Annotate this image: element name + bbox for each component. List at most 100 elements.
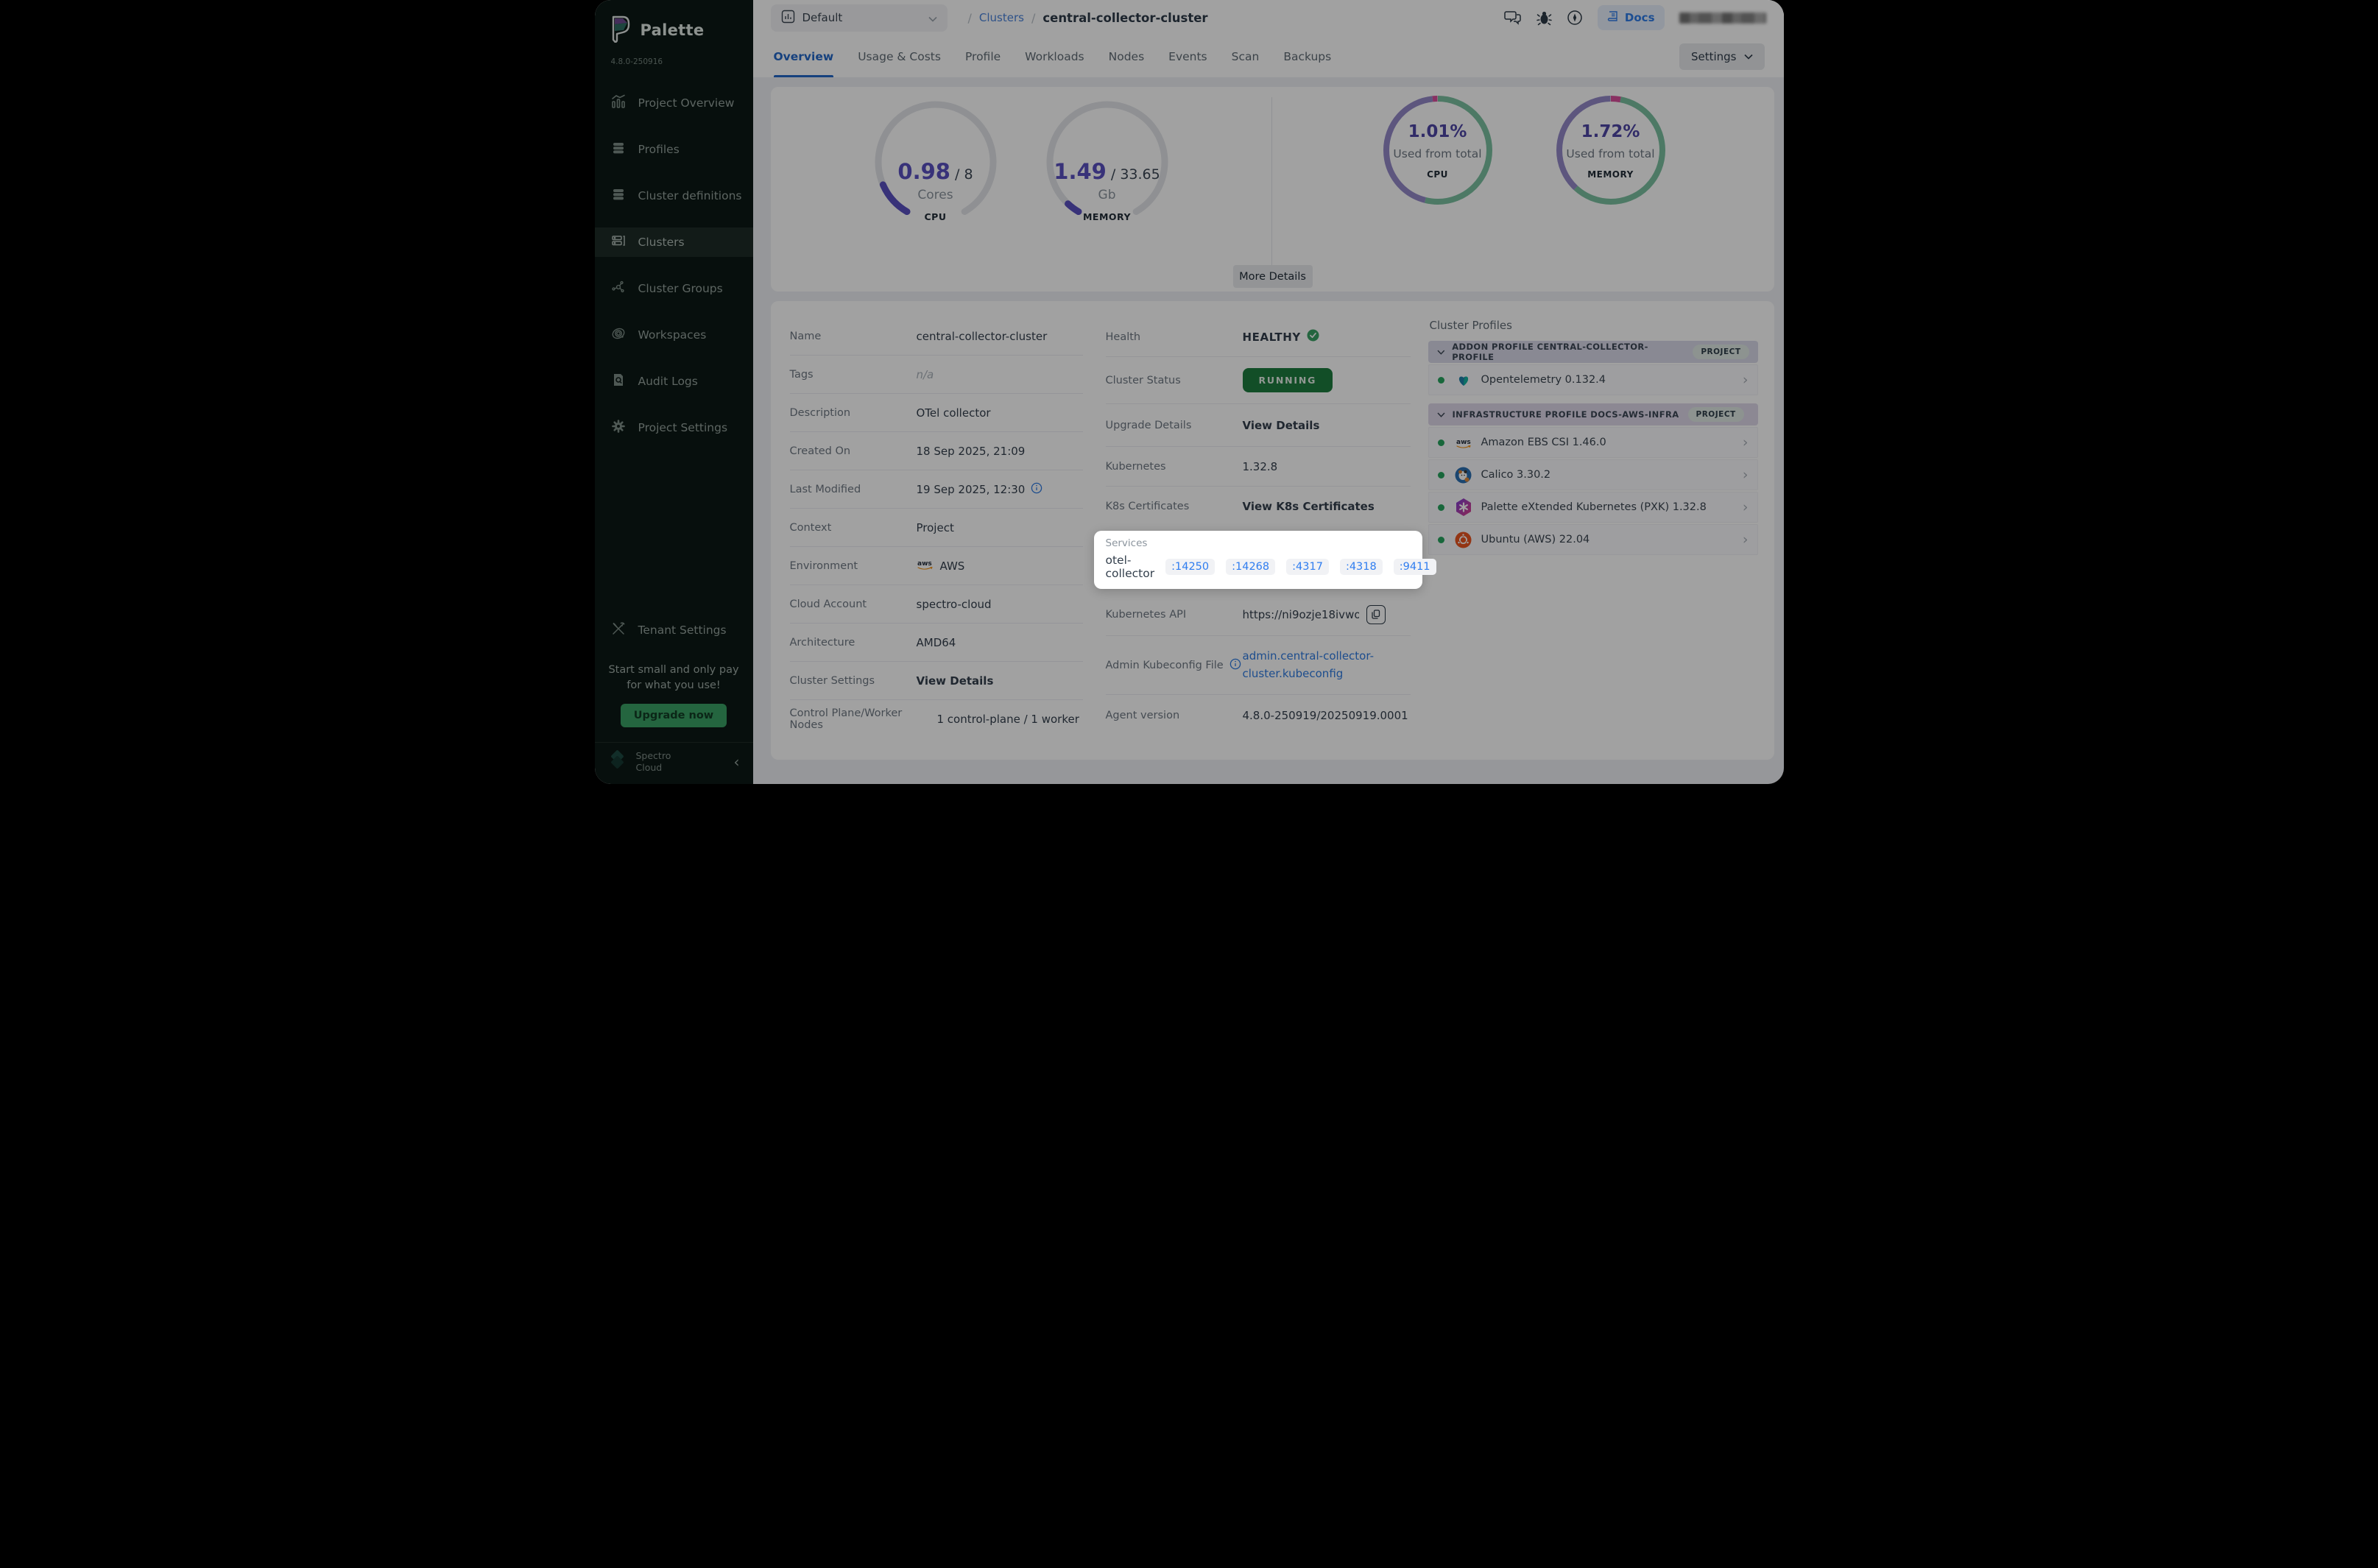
sidebar-item-audit-logs[interactable]: Audit Logs — [595, 367, 753, 396]
detail-row-created: Created On 18 Sep 2025, 21:09 — [790, 432, 1083, 470]
ubuntu-icon — [1455, 531, 1472, 548]
tab-workloads[interactable]: Workloads — [1025, 35, 1084, 77]
sidebar-item-label: Workspaces — [638, 328, 707, 342]
profile-item-pxk[interactable]: Palette eXtended Kubernetes (PXK) 1.32.8… — [1428, 492, 1758, 523]
status-row-agent: Agent version 4.8.0-250919/20250919.0001 — [1106, 695, 1411, 736]
tab-nodes[interactable]: Nodes — [1109, 35, 1145, 77]
service-port-link[interactable]: :14250 — [1165, 559, 1215, 575]
view-upgrade-details-link[interactable]: View Details — [1243, 419, 1320, 432]
chevron-right-icon: › — [1743, 499, 1749, 515]
service-port-link[interactable]: :4317 — [1286, 559, 1329, 575]
profile-item-calico[interactable]: Calico 3.30.2 › — [1428, 459, 1758, 490]
detail-row-environment: Environment aws AWS — [790, 547, 1083, 585]
sidebar-item-profiles[interactable]: Profiles — [595, 135, 753, 164]
view-k8s-certificates-link[interactable]: View K8s Certificates — [1243, 500, 1375, 513]
svg-text:aws: aws — [917, 560, 932, 568]
tab-usage-costs[interactable]: Usage & Costs — [858, 35, 941, 77]
service-port-link[interactable]: :4318 — [1340, 559, 1383, 575]
profile-item-ubuntu[interactable]: Ubuntu (AWS) 22.04 › — [1428, 524, 1758, 555]
info-icon[interactable] — [1229, 658, 1241, 673]
sidebar-item-project-settings[interactable]: Project Settings — [595, 413, 753, 442]
cpu-usage-donut: 1.01% Used from total CPU — [1380, 93, 1495, 208]
more-details-button[interactable]: More Details — [1233, 265, 1313, 288]
detail-row-nodes: Control Plane/Worker Nodes 1 control-pla… — [790, 700, 1083, 738]
status-dot — [1438, 439, 1444, 446]
tab-overview[interactable]: Overview — [774, 35, 834, 77]
addon-profile-header[interactable]: ADDON PROFILE CENTRAL-COLLECTOR-PROFILE … — [1428, 341, 1758, 363]
sidebar-item-workspaces[interactable]: Workspaces — [595, 320, 753, 350]
cluster-tabs: Overview Usage & Costs Profile Workloads… — [753, 35, 1784, 77]
kubernetes-api-url: https://ni9ozje18ivwoy2ah70ynx... — [1243, 608, 1359, 621]
cluster-details-card: Name central-collector-cluster Tags n/a … — [771, 301, 1774, 760]
cluster-profiles-title: Cluster Profiles — [1430, 319, 1758, 332]
tools-icon — [611, 621, 626, 639]
cpu-gauge-value: 0.98 / 8 — [871, 159, 1001, 184]
status-row-api: Kubernetes API https://ni9ozje18ivwoy2ah… — [1106, 593, 1411, 636]
infrastructure-profile-group: INFRASTRUCTURE PROFILE DOCS-AWS-INFRA PR… — [1428, 403, 1758, 555]
memory-gauge: 1.49 / 33.65 Gb MEMORY — [1042, 97, 1172, 227]
spectro-cloud-logo-icon — [608, 750, 627, 774]
service-port-link[interactable]: :14268 — [1226, 559, 1275, 575]
doc-search-icon — [611, 372, 626, 390]
docs-label: Docs — [1625, 11, 1655, 24]
tab-backups[interactable]: Backups — [1283, 35, 1331, 77]
pxk-hexagon-icon — [1455, 498, 1472, 516]
sidebar-item-label: Project Settings — [638, 421, 728, 434]
detail-row-cluster-settings: Cluster Settings View Details — [790, 662, 1083, 700]
network-icon — [611, 280, 626, 297]
project-selector[interactable]: Default — [771, 4, 948, 32]
collapse-sidebar-icon[interactable]: ‹ — [734, 753, 740, 771]
details-column: Name central-collector-cluster Tags n/a … — [790, 317, 1083, 738]
chevron-right-icon: › — [1743, 467, 1749, 483]
profile-item-opentelemetry[interactable]: Opentelemetry 0.132.4 › — [1428, 364, 1758, 395]
chat-icon[interactable] — [1504, 10, 1522, 26]
sidebar-footer: Spectro Cloud ‹ — [595, 742, 753, 784]
breadcrumb-current: central-collector-cluster — [1042, 11, 1207, 25]
bug-icon[interactable] — [1536, 10, 1552, 26]
service-port-link[interactable]: :9411 — [1394, 559, 1436, 575]
book-icon — [1607, 10, 1619, 25]
service-name: otel-collector — [1106, 554, 1155, 580]
sidebar-item-tenant-settings[interactable]: Tenant Settings — [595, 615, 753, 645]
settings-label: Settings — [1691, 50, 1737, 63]
memory-gauge-value: 1.49 / 33.65 — [1042, 159, 1172, 184]
infrastructure-profile-header[interactable]: INFRASTRUCTURE PROFILE DOCS-AWS-INFRA PR… — [1428, 403, 1758, 425]
project-chart-icon — [781, 10, 795, 27]
sidebar-item-label: Profiles — [638, 143, 680, 156]
breadcrumb-link-clusters[interactable]: Clusters — [979, 11, 1024, 24]
kubeconfig-download-link[interactable]: admin.central-collector-cluster.kubeconf… — [1243, 648, 1399, 682]
tab-events[interactable]: Events — [1168, 35, 1207, 77]
profile-item-ebs-csi[interactable]: aws Amazon EBS CSI 1.46.0 › — [1428, 427, 1758, 458]
copy-icon[interactable] — [1366, 605, 1386, 624]
tab-profile[interactable]: Profile — [965, 35, 1001, 77]
promo-line: for what you use! — [595, 678, 753, 693]
services-box: Services otel-collector :14250 :14268 :4… — [1094, 531, 1422, 589]
sidebar-item-cluster-definitions[interactable]: Cluster definitions — [595, 181, 753, 211]
tab-scan[interactable]: Scan — [1232, 35, 1260, 77]
info-icon[interactable] — [1031, 482, 1042, 497]
content: 0.98 / 8 Cores CPU 1.49 / 33.65 Gb MEMOR… — [753, 77, 1784, 784]
svg-text:aws: aws — [1456, 439, 1471, 446]
memory-donut-label: MEMORY — [1553, 169, 1668, 180]
upgrade-now-button[interactable]: Upgrade now — [621, 704, 727, 727]
sidebar-item-cluster-groups[interactable]: Cluster Groups — [595, 274, 753, 303]
aws-icon: aws — [1455, 434, 1472, 451]
cpu-donut-caption: Used from total — [1380, 147, 1495, 160]
status-dot — [1438, 504, 1444, 511]
gear-icon — [611, 419, 626, 437]
chevron-down-icon — [1437, 412, 1445, 417]
chevron-down-icon — [1744, 54, 1753, 60]
cpu-gauge: 0.98 / 8 Cores CPU — [871, 97, 1001, 227]
view-details-link[interactable]: View Details — [917, 674, 994, 688]
docs-button[interactable]: Docs — [1598, 5, 1665, 30]
sidebar-item-project-overview[interactable]: Project Overview — [595, 88, 753, 118]
palette-logo-icon — [610, 15, 632, 46]
status-column: Health HEALTHY Cluster Status RUNNING Up… — [1106, 317, 1411, 736]
sidebar-item-clusters[interactable]: Clusters — [595, 227, 753, 257]
opentelemetry-icon — [1455, 371, 1472, 389]
user-name-redacted[interactable] — [1679, 13, 1766, 24]
project-name: Default — [802, 11, 843, 24]
settings-button[interactable]: Settings — [1679, 43, 1765, 70]
sidebar-nav: Project Overview Profiles Cluster defini… — [595, 88, 753, 459]
compass-icon[interactable] — [1567, 10, 1583, 26]
